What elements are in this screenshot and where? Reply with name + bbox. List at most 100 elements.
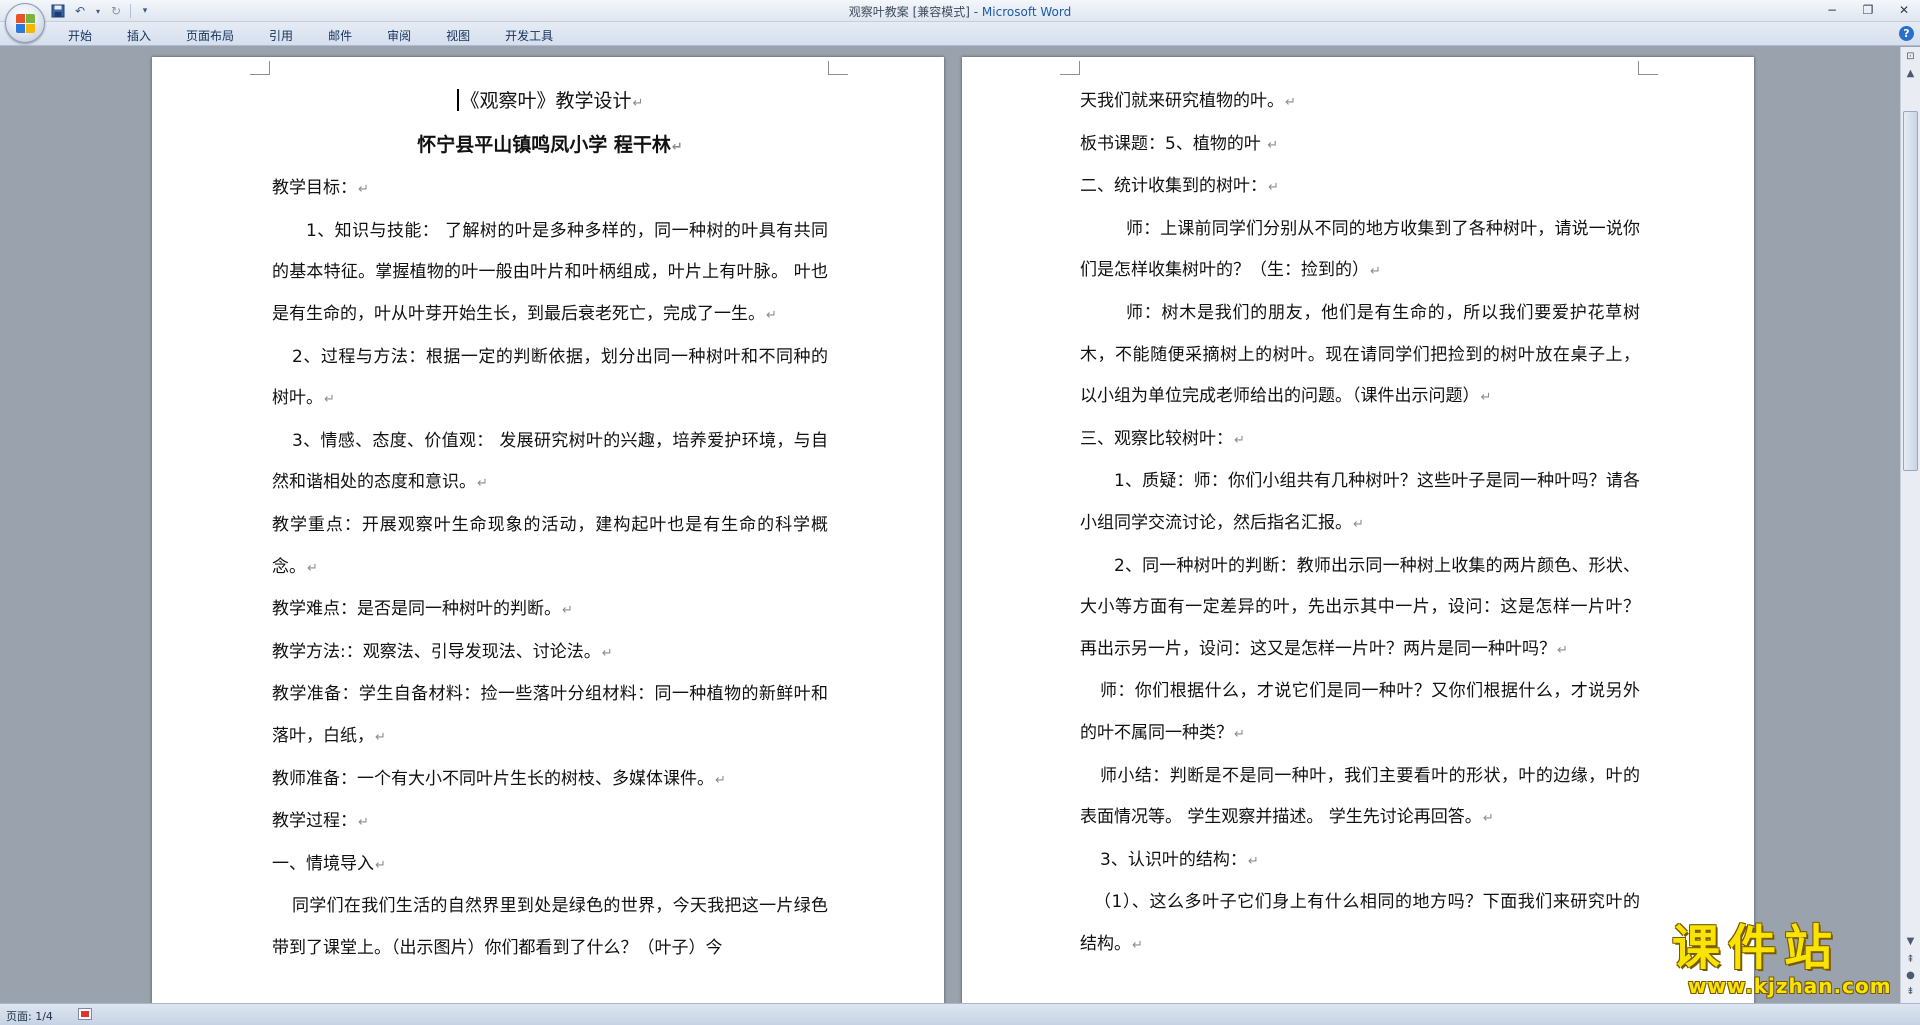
- paragraph-text: 一、情境导入: [272, 853, 374, 874]
- paragraph-text: 板书课题：5、植物的叶: [1080, 133, 1267, 154]
- paragraph[interactable]: 同学们在我们生活的自然界里到处是绿色的世界，今天我把这一片绿色带到了课堂上。（出…: [272, 886, 828, 969]
- paragraph[interactable]: 师小结：判断是不是同一种叶，我们主要看叶的形状，叶的边缘，叶的表面情况等。 学生…: [1080, 756, 1640, 840]
- paragraph-mark: ↵: [715, 772, 726, 788]
- scroll-up-icon[interactable]: ▲: [1903, 67, 1918, 81]
- paragraph-mark: ↵: [1480, 390, 1492, 406]
- ruler-toggle-icon[interactable]: ⊡: [1903, 50, 1918, 64]
- document-title: 观察叶教案 [兼容模式] -: [848, 5, 982, 19]
- paragraph-text: （1）、这么多叶子它们身上有什么相同的地方吗？下面我们来研究叶的结构。: [1080, 892, 1640, 954]
- author-line[interactable]: 怀宁县平山镇鸣凤小学 程干林↵: [272, 125, 828, 169]
- paragraph-mark: ↵: [1268, 180, 1279, 196]
- paragraph-text: 教学难点：是否是同一种树叶的判断。: [272, 599, 561, 620]
- paragraph-mark: ↵: [1234, 432, 1245, 448]
- paragraph-mark: ↵: [1234, 726, 1245, 742]
- tab-insert[interactable]: 插入: [119, 26, 159, 45]
- window-controls: − ❐ ✕: [1824, 2, 1912, 18]
- paragraph[interactable]: 二、统计收集到的树叶：↵: [1080, 166, 1640, 209]
- paragraph-text: 教学目标：: [272, 178, 357, 199]
- scroll-down-icon[interactable]: ▼: [1903, 935, 1918, 949]
- paragraph-mark: ↵: [632, 96, 644, 111]
- paragraph[interactable]: （1）、这么多叶子它们身上有什么相同的地方吗？下面我们来研究叶的结构。↵: [1080, 882, 1640, 966]
- paragraph-mark: ↵: [375, 857, 386, 873]
- text-cursor: [456, 89, 459, 111]
- paragraph-mark: ↵: [358, 815, 369, 831]
- paragraph[interactable]: 2、过程与方法：根据一定的判断依据，划分出同一种树叶和不同种的树叶。↵: [272, 337, 828, 421]
- previous-page-icon[interactable]: ⇞: [1903, 953, 1918, 967]
- office-logo-icon: [16, 14, 36, 34]
- help-icon[interactable]: ?: [1899, 26, 1914, 41]
- title-bar: ↶ ▾ ↻ ▾ 观察叶教案 [兼容模式] - Microsoft Word − …: [0, 0, 1920, 22]
- paragraph-mark: ↵: [1370, 264, 1381, 280]
- paragraph[interactable]: 教学方法:：观察法、引导发现法、讨论法。↵: [272, 632, 828, 675]
- paragraph-mark: ↵: [1267, 137, 1279, 153]
- site-watermark: 课件站 www.kjzhan.com: [1668, 920, 1900, 1000]
- paragraph[interactable]: 教学难点：是否是同一种树叶的判断。↵: [272, 589, 828, 632]
- tab-developer[interactable]: 开发工具: [497, 26, 561, 45]
- paragraph-text: 教学方法:：观察法、引导发现法、讨论法。: [272, 641, 601, 662]
- paragraph[interactable]: 师：上课前同学们分别从不同的地方收集到了各种树叶，请说一说你们是怎样收集树叶的？…: [1080, 209, 1640, 293]
- paragraph-text: 师小结：判断是不是同一种叶，我们主要看叶的形状，叶的边缘，叶的表面情况等。 学生…: [1080, 765, 1640, 828]
- paragraph[interactable]: 教学重点：开展观察叶生命现象的活动，建构起叶也是有生命的科学概念。↵: [272, 505, 828, 589]
- tab-view[interactable]: 视图: [438, 26, 478, 45]
- paragraph[interactable]: 3、认识叶的结构：↵: [1080, 840, 1640, 883]
- paragraph[interactable]: 师：树木是我们的朋友，他们是有生命的，所以我们要爱护花草树木，不能随便采摘树上的…: [1080, 293, 1640, 419]
- paragraph-mark: ↵: [1132, 937, 1143, 953]
- paragraph[interactable]: 三、观察比较树叶：↵: [1080, 419, 1640, 462]
- paragraph[interactable]: 教学准备：学生自备材料：捡一些落叶分组材料：同一种植物的新鲜叶和落叶，白纸，↵: [272, 674, 828, 758]
- paragraph-text: 二、统计收集到的树叶：: [1080, 176, 1267, 197]
- crop-mark: [250, 61, 270, 75]
- close-icon[interactable]: ✕: [1896, 2, 1912, 18]
- ribbon-tabs: 开始 插入 页面布局 引用 邮件 审阅 视图 开发工具: [60, 26, 580, 45]
- page-body[interactable]: 《观察叶》教学设计↵ 怀宁县平山镇鸣凤小学 程干林↵ 教学目标：↵ 1、知识与技…: [272, 81, 828, 969]
- paragraph[interactable]: 教学目标：↵: [272, 168, 828, 211]
- tab-page-layout[interactable]: 页面布局: [178, 26, 242, 45]
- page-count[interactable]: 页面: 1/4: [6, 1008, 53, 1024]
- proofing-status-icon[interactable]: [78, 1008, 92, 1020]
- paragraph-mark: ↵: [766, 307, 777, 323]
- paragraph-mark: ↵: [601, 645, 613, 661]
- next-page-icon[interactable]: ⇟: [1903, 985, 1918, 999]
- office-button[interactable]: [5, 3, 45, 43]
- minimize-icon[interactable]: −: [1824, 2, 1840, 18]
- paragraph-text: 师：树木是我们的朋友，他们是有生命的，所以我们要爱护花草树木，不能随便采摘树上的…: [1080, 302, 1640, 407]
- paragraph[interactable]: 教学过程：↵: [272, 801, 828, 844]
- paragraph-mark: ↵: [1285, 95, 1296, 110]
- paragraph[interactable]: 1、知识与技能： 了解树的叶是多种多样的，同一种树的叶具有共同的基本特征。掌握植…: [272, 211, 828, 337]
- paragraph-mark: ↵: [562, 603, 573, 619]
- paragraph[interactable]: 3、情感、态度、价值观： 发展研究树叶的兴趣，培养爱护环境，与自然和谐相处的态度…: [272, 421, 828, 505]
- paragraph-mark: ↵: [1353, 516, 1364, 532]
- select-browse-object-icon[interactable]: ●: [1903, 969, 1918, 983]
- tab-home[interactable]: 开始: [60, 26, 100, 45]
- paragraph-text: 教学准备：学生自备材料：捡一些落叶分组材料：同一种植物的新鲜叶和落叶，白纸，: [272, 684, 828, 746]
- document-page-2[interactable]: 天我们就来研究植物的叶。↵ 板书课题：5、植物的叶 ↵ 二、统计收集到的树叶：↵…: [962, 57, 1754, 1003]
- paragraph-text: 师：上课前同学们分别从不同的地方收集到了各种树叶，请说一说你们是怎样收集树叶的？…: [1080, 218, 1640, 281]
- status-bar: 页面: 1/4: [0, 1003, 1920, 1025]
- page-body[interactable]: 天我们就来研究植物的叶。↵ 板书课题：5、植物的叶 ↵ 二、统计收集到的树叶：↵…: [1080, 81, 1640, 966]
- tab-review[interactable]: 审阅: [379, 26, 419, 45]
- tab-references[interactable]: 引用: [261, 26, 301, 45]
- paragraph-text: 同学们在我们生活的自然界里到处是绿色的世界，今天我把这一片绿色带到了课堂上。（出…: [272, 896, 828, 958]
- document-title-line[interactable]: 《观察叶》教学设计↵: [272, 81, 828, 125]
- paragraph[interactable]: 1、质疑：师：你们小组共有几种树叶？这些叶子是同一种叶吗？请各小组同学交流讨论，…: [1080, 461, 1640, 545]
- document-page-1[interactable]: 《观察叶》教学设计↵ 怀宁县平山镇鸣凤小学 程干林↵ 教学目标：↵ 1、知识与技…: [152, 57, 944, 1003]
- paragraph-mark: ↵: [1247, 853, 1259, 869]
- paragraph[interactable]: 板书课题：5、植物的叶 ↵: [1080, 124, 1640, 167]
- vertical-scrollbar[interactable]: ⊡ ▲ ▼ ⇞ ● ⇟: [1900, 47, 1920, 1003]
- document-workspace[interactable]: 《观察叶》教学设计↵ 怀宁县平山镇鸣凤小学 程干林↵ 教学目标：↵ 1、知识与技…: [0, 47, 1900, 1003]
- paragraph[interactable]: 天我们就来研究植物的叶。↵: [1080, 81, 1640, 124]
- paragraph-text: 2、过程与方法：根据一定的判断依据，划分出同一种树叶和不同种的树叶。: [272, 346, 828, 409]
- restore-icon[interactable]: ❐: [1860, 2, 1876, 18]
- window-title: 观察叶教案 [兼容模式] - Microsoft Word: [0, 3, 1920, 20]
- paragraph-mark: ↵: [324, 392, 335, 408]
- crop-mark: [828, 61, 848, 75]
- crop-mark: [1638, 61, 1658, 75]
- paragraph[interactable]: 一、情境导入↵: [272, 844, 828, 887]
- scrollbar-thumb[interactable]: [1903, 111, 1918, 471]
- paragraph[interactable]: 教师准备：一个有大小不同叶片生长的树枝、多媒体课件。↵: [272, 759, 828, 802]
- paragraph-mark: ↵: [1557, 642, 1568, 658]
- paragraph[interactable]: 2、同一种树叶的判断：教师出示同一种树上收集的两片颜色、形状、大小等方面有一定差…: [1080, 546, 1640, 672]
- paragraph-mark: ↵: [375, 729, 386, 745]
- paragraph-text: 教学重点：开展观察叶生命现象的活动，建构起叶也是有生命的科学概念。: [272, 514, 828, 577]
- tab-mailings[interactable]: 邮件: [320, 26, 360, 45]
- paragraph[interactable]: 师：你们根据什么，才说它们是同一种叶？又你们根据什么，才说另外的叶不属同一种类？…: [1080, 671, 1640, 755]
